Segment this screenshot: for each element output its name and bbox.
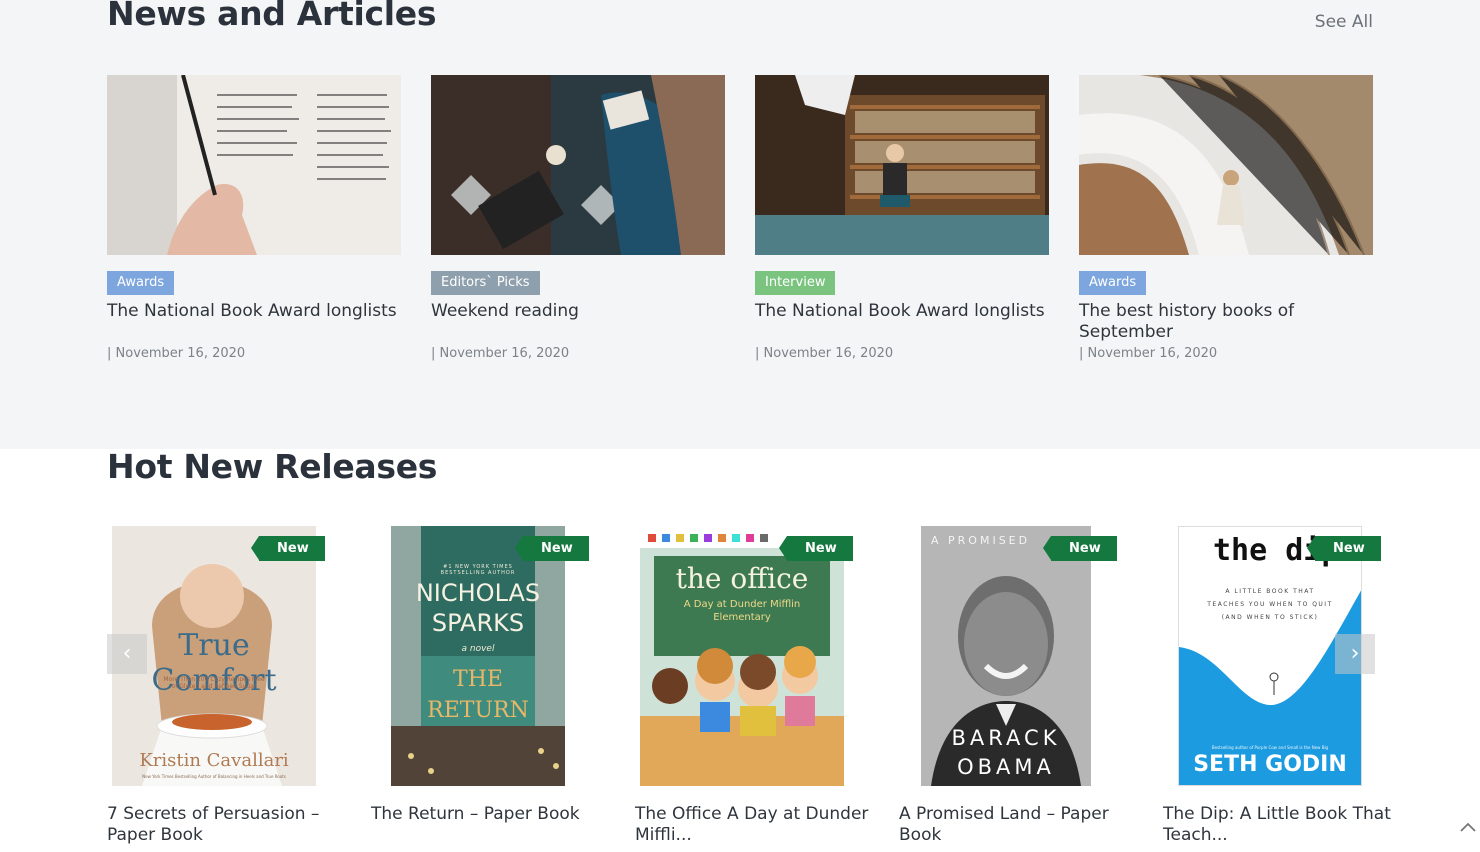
product-card[interactable]: A PROMISED BARACK OBAMA New A Promised L…	[899, 526, 1139, 846]
product-title[interactable]: A Promised Land – Paper Book	[899, 804, 1139, 846]
cover-note: New York Times Bestselling Author of Bal…	[142, 774, 286, 779]
article-date: | November 16, 2020	[755, 346, 894, 361]
chevron-up-icon	[1460, 822, 1476, 832]
article-card[interactable]: Awards The National Book Award longlists…	[107, 75, 401, 361]
news-section: News and Articles See All Awards The Nat…	[0, 0, 1480, 449]
product-title[interactable]: The Dip: A Little Book That Teach...	[1163, 804, 1403, 846]
cover-subtitle: A LITTLE BOOK THAT TEACHES YOU WHEN TO Q…	[1207, 588, 1333, 621]
carousel-prev-button[interactable]: ‹	[107, 634, 147, 674]
see-all-link[interactable]: See All	[1315, 12, 1373, 32]
article-title[interactable]: The National Book Award longlists	[107, 301, 401, 343]
cover-author: BARACK OBAMA	[951, 726, 1061, 779]
new-badge: New	[779, 536, 853, 561]
new-badge: New	[515, 536, 589, 561]
cover-subtitle: More Than 100 Cozy Recipes Free of Glute…	[163, 676, 265, 690]
cover-note: Bestselling author of Purple Cow and Sma…	[1211, 745, 1329, 750]
article-date: | November 16, 2020	[431, 346, 570, 361]
news-section-title: News and Articles	[107, 0, 437, 33]
article-image[interactable]	[755, 75, 1049, 255]
cover-title: the office	[675, 562, 809, 595]
article-image[interactable]	[1079, 75, 1373, 255]
carousel-next-button[interactable]: ›	[1335, 634, 1375, 674]
article-date: | November 16, 2020	[107, 346, 246, 361]
article-tag[interactable]: Awards	[1079, 271, 1147, 295]
article-tag[interactable]: Editors` Picks	[431, 271, 540, 295]
cover-top: #1 NEW YORK TIMES BESTSELLING AUTHOR	[440, 564, 516, 576]
scroll-top-button[interactable]	[1460, 816, 1476, 837]
cover-subtitle: A Day at Dunder Mifflin Elementary	[683, 599, 801, 623]
book-cover[interactable]: #1 NEW YORK TIMES BESTSELLING AUTHOR NIC…	[391, 526, 565, 786]
book-cover[interactable]: A PROMISED BARACK OBAMA	[921, 526, 1091, 786]
chevron-right-icon: ›	[1350, 641, 1360, 666]
article-image[interactable]	[431, 75, 725, 255]
article-title[interactable]: The best history books of September	[1079, 301, 1373, 343]
product-title[interactable]: The Return – Paper Book	[371, 804, 611, 825]
cover-title: THE RETURN	[427, 667, 529, 723]
product-card[interactable]: True Comfort More Than 100 Cozy Recipes …	[107, 526, 347, 846]
product-card[interactable]: the dip A LITTLE BOOK THAT TEACHES YOU W…	[1163, 526, 1403, 846]
article-card[interactable]: Interview The National Book Award longli…	[755, 75, 1049, 361]
new-badge: New	[251, 536, 325, 561]
article-title[interactable]: Weekend reading	[431, 301, 725, 343]
hot-releases-title: Hot New Releases	[107, 447, 438, 486]
new-badge: New	[1307, 536, 1381, 561]
new-badge: New	[1043, 536, 1117, 561]
article-card[interactable]: Awards The best history books of Septemb…	[1079, 75, 1373, 361]
cover-author: NICHOLAS SPARKS	[415, 579, 541, 637]
product-card[interactable]: #1 NEW YORK TIMES BESTSELLING AUTHOR NIC…	[371, 526, 611, 825]
book-cover[interactable]: the office A Day at Dunder Mifflin Eleme…	[640, 526, 844, 786]
cover-author: Kristin Cavallari	[139, 750, 289, 771]
article-image[interactable]	[107, 75, 401, 255]
product-title[interactable]: 7 Secrets of Persuasion – Paper Book	[107, 804, 347, 846]
product-title[interactable]: The Office A Day at Dunder Miffli...	[635, 804, 875, 846]
article-date: | November 16, 2020	[1079, 346, 1218, 361]
article-tag[interactable]: Awards	[107, 271, 175, 295]
cover-mid: a novel	[461, 644, 495, 654]
chevron-left-icon: ‹	[122, 641, 132, 666]
cover-author: SETH GODIN	[1193, 752, 1347, 777]
article-card[interactable]: Editors` Picks Weekend reading | Novembe…	[431, 75, 725, 361]
article-title[interactable]: The National Book Award longlists	[755, 301, 1049, 343]
product-card[interactable]: the office A Day at Dunder Mifflin Eleme…	[635, 526, 875, 846]
article-tag[interactable]: Interview	[755, 271, 836, 295]
